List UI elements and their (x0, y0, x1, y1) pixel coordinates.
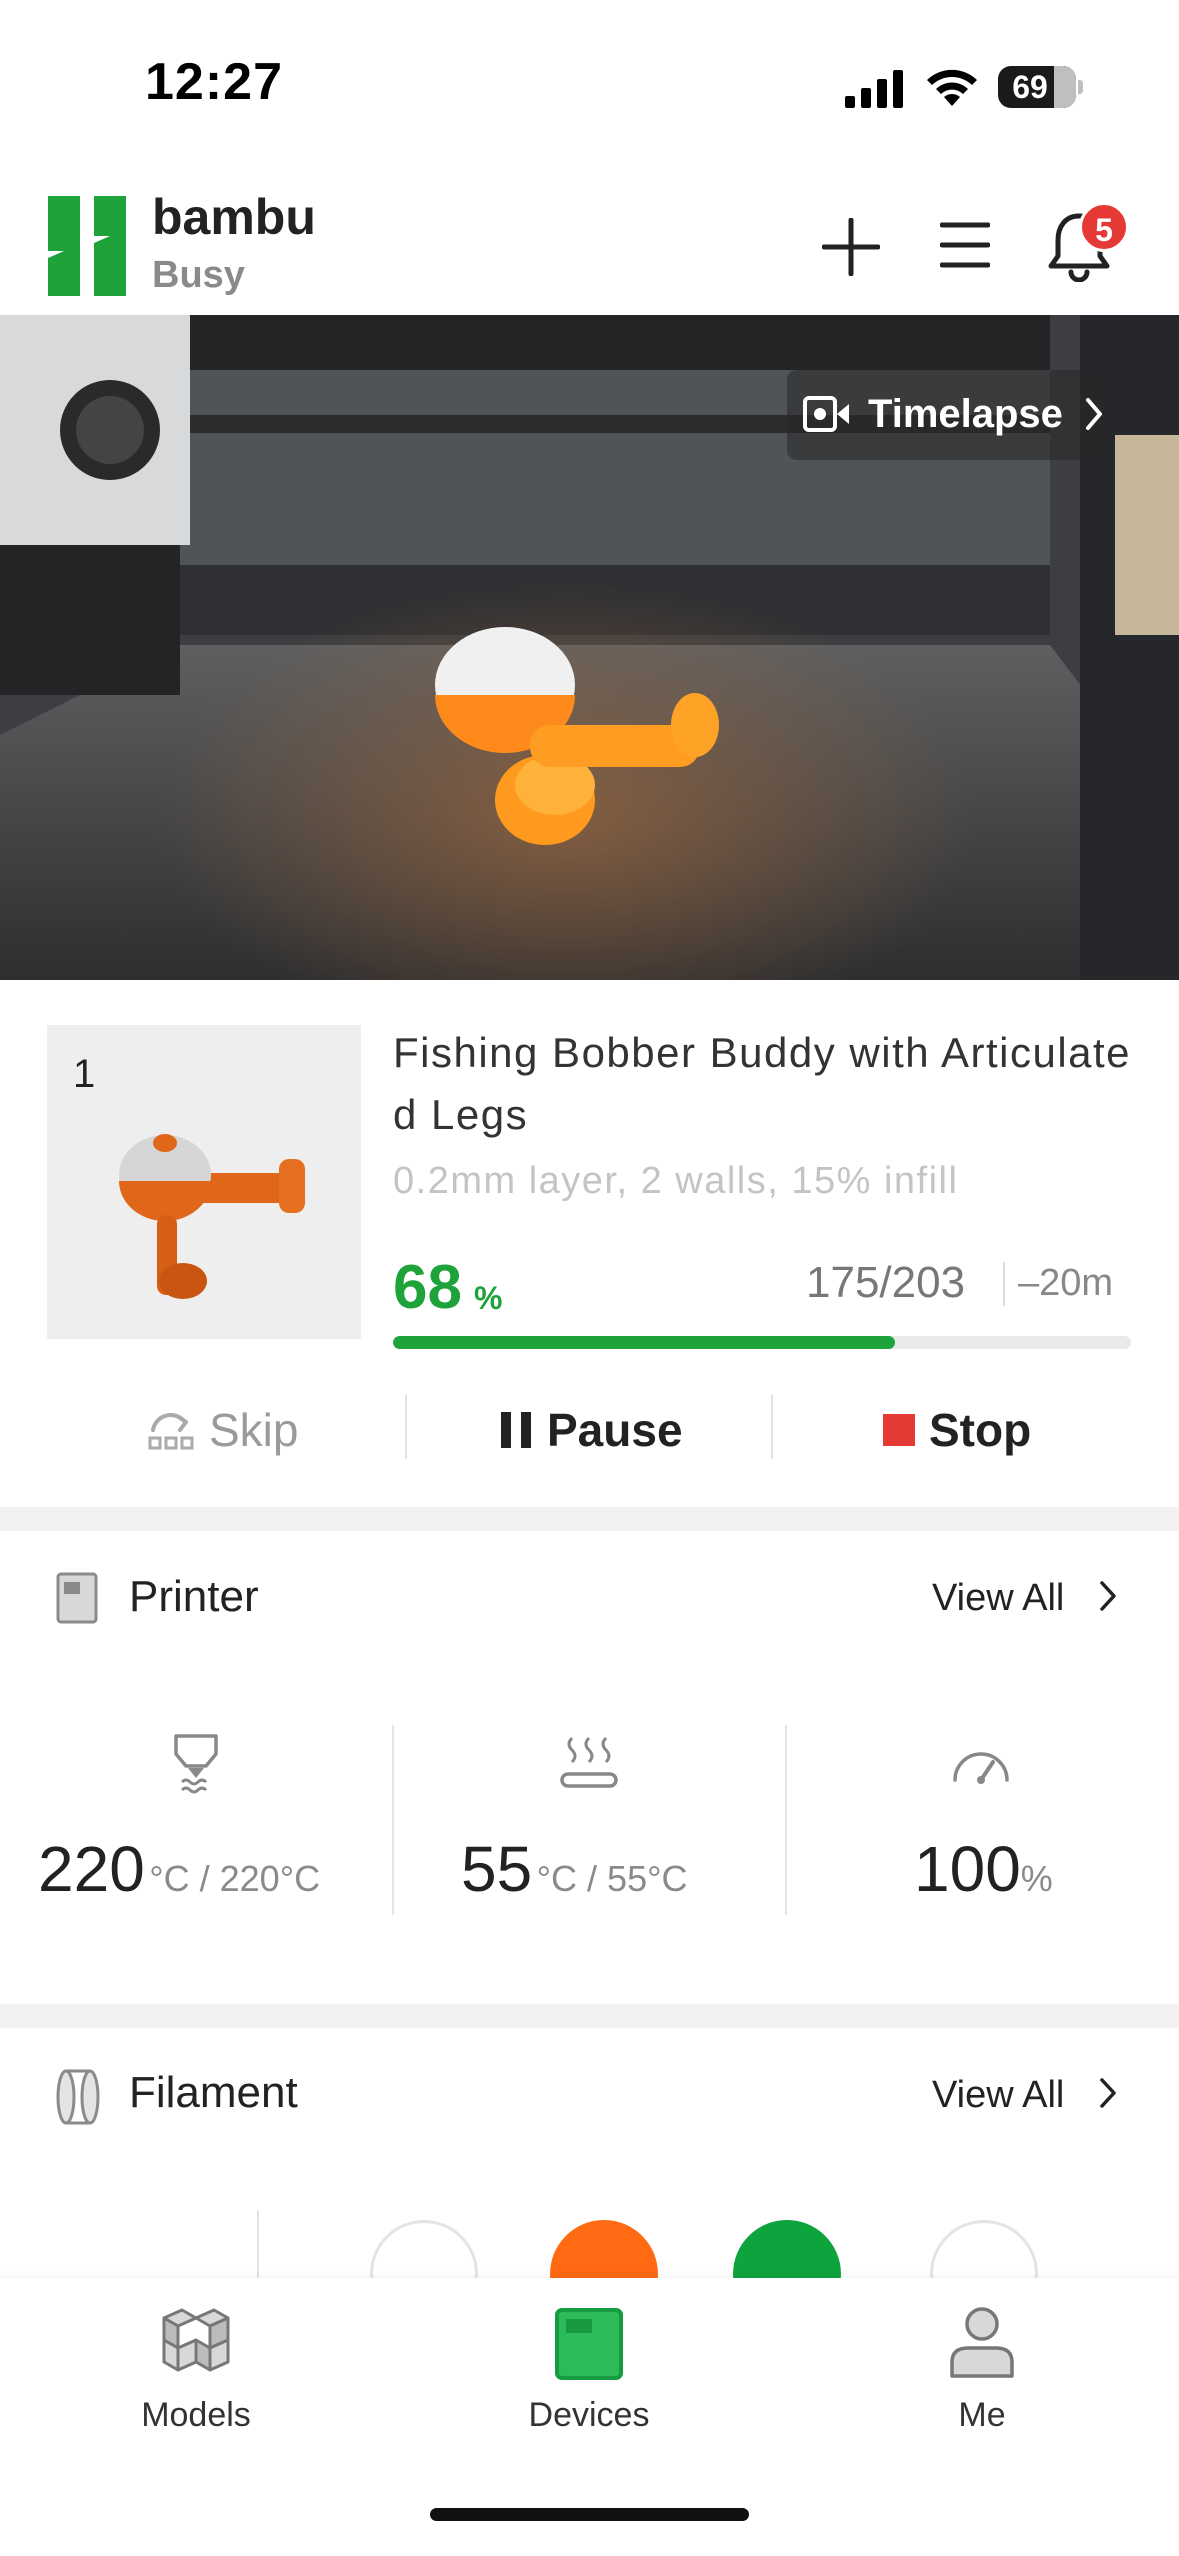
progress-bar-fill (393, 1336, 895, 1349)
home-indicator (430, 2508, 749, 2521)
tab-devices[interactable]: Devices (519, 2396, 659, 2435)
skip-object-icon (148, 1413, 194, 1450)
layer-count: 175/203 (806, 1258, 966, 1307)
plate-number: 1 (73, 1052, 96, 1096)
stop-label: Stop (929, 1404, 1032, 1456)
section-separator (0, 1507, 1179, 1531)
cellular-signal-icon (845, 70, 903, 108)
job-settings: 0.2mm layer, 2 walls, 15% infill (393, 1160, 959, 1202)
job-title: Fishing Bobber Buddy with Articulated Le… (393, 1029, 1132, 1138)
add-icon[interactable] (822, 218, 880, 276)
speed-gauge-icon (953, 1752, 1009, 1784)
wifi-icon (927, 69, 977, 106)
divider (1003, 1262, 1005, 1306)
time-remaining: –20m (1018, 1262, 1114, 1304)
bed-temperature[interactable]: 55 °C / 55°C (461, 1832, 687, 1906)
battery-icon: 69 (998, 66, 1076, 108)
pause-label: Pause (547, 1404, 683, 1456)
devices-printer-icon[interactable] (554, 2307, 624, 2381)
tab-models[interactable]: Models (126, 2396, 266, 2435)
status-bar: 12:27 69 (0, 0, 1179, 170)
filament-section-title: Filament (129, 2068, 298, 2117)
print-speed-unit: % (1020, 1858, 1053, 1899)
stop-icon (883, 1414, 915, 1446)
nozzle-temperature[interactable]: 220 °C / 220°C (38, 1832, 320, 1906)
divider (771, 1395, 773, 1459)
stop-button[interactable]: Stop (883, 1395, 1031, 1465)
skip-button[interactable]: Skip (147, 1395, 298, 1465)
timelapse-label: Timelapse (868, 392, 1063, 436)
profile-icon[interactable] (948, 2304, 1016, 2380)
progress-bar (393, 1336, 1131, 1349)
status-time: 12:27 (145, 53, 283, 111)
bed-temperature-unit: °C / 55°C (536, 1858, 688, 1899)
bed-temperature-value: 55 (461, 1833, 533, 1905)
printer-name: bambu (152, 189, 316, 245)
battery-level: 69 (1012, 69, 1048, 105)
filament-view-all-link[interactable]: View All (932, 2074, 1064, 2117)
printer-icon (56, 1572, 98, 1624)
print-speed[interactable]: 100% (914, 1832, 1053, 1906)
heatbed-icon (560, 1736, 618, 1788)
chevron-right-icon (1100, 1581, 1116, 1611)
printer-view-all-link[interactable]: View All (932, 1577, 1064, 1620)
video-camera-icon (803, 396, 849, 432)
section-separator (0, 2004, 1179, 2028)
printer-status: Busy (152, 254, 245, 296)
filament-spool-icon (56, 2069, 100, 2125)
skip-label: Skip (209, 1404, 299, 1456)
nozzle-icon (174, 1734, 218, 1794)
nozzle-temperature-value: 220 (38, 1833, 145, 1905)
divider (785, 1725, 787, 1915)
menu-icon[interactable] (940, 220, 990, 270)
nozzle-temperature-unit: °C / 220°C (149, 1858, 321, 1899)
printer-section-title: Printer (129, 1572, 259, 1621)
chevron-right-icon (1086, 398, 1102, 430)
print-speed-value: 100 (914, 1833, 1021, 1905)
pause-button[interactable]: Pause (499, 1395, 683, 1465)
pause-icon (501, 1412, 531, 1448)
tab-me[interactable]: Me (912, 2396, 1052, 2435)
models-cube-icon[interactable] (158, 2304, 234, 2380)
divider (392, 1725, 394, 1915)
progress-percent-sign: % (474, 1280, 503, 1316)
progress-percent: 68 (393, 1253, 462, 1322)
bambu-logo (48, 196, 126, 296)
notification-badge: 5 (1079, 202, 1129, 252)
divider (405, 1395, 407, 1459)
chevron-right-icon (1100, 2078, 1116, 2108)
